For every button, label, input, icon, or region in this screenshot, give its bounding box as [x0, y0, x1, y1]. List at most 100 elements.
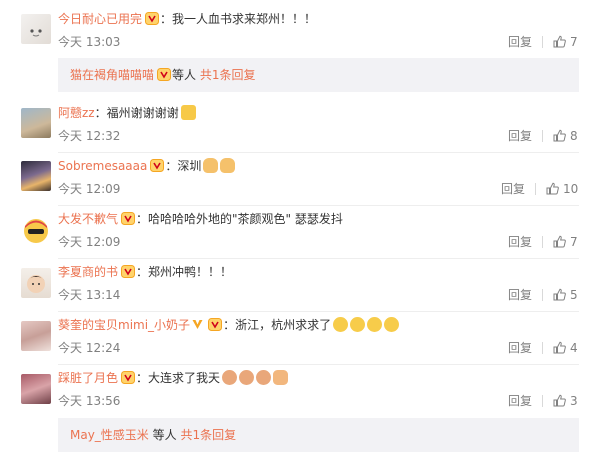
username[interactable]: 李夏商的书	[58, 265, 118, 279]
colon: ：	[136, 265, 149, 279]
like-button[interactable]: 3	[553, 393, 578, 409]
reply-button[interactable]: 回复	[508, 393, 532, 409]
like-count: 4	[570, 341, 578, 355]
avatar[interactable]	[21, 268, 51, 298]
timestamp: 今天 12:24	[58, 341, 121, 355]
vip-badge-icon	[157, 60, 172, 81]
timestamp: 今天 12:32	[58, 129, 121, 143]
vip-badge-icon	[121, 265, 136, 278]
like-count: 10	[563, 182, 579, 196]
colon: ：	[136, 212, 149, 226]
like-button[interactable]: 4	[553, 340, 578, 356]
like-button[interactable]: 5	[553, 287, 578, 303]
comment-text: 福州谢谢谢谢	[106, 106, 179, 120]
colon: ：	[160, 12, 173, 26]
fist-emoji-icon	[273, 370, 289, 385]
reply-button[interactable]: 回复	[508, 234, 532, 250]
emoji-icon	[203, 158, 219, 173]
divider	[58, 311, 579, 312]
colon: ：	[223, 318, 236, 332]
like-count: 5	[570, 288, 578, 302]
avatar[interactable]	[21, 14, 51, 44]
sub-replies: 猫在褐角喵喵喵 等人 共1条回复	[58, 58, 579, 92]
divider	[535, 183, 536, 195]
emoji-icon	[239, 370, 255, 385]
timestamp: 今天 13:14	[58, 288, 121, 302]
verified-icon	[192, 318, 203, 329]
divider	[58, 364, 579, 365]
like-button[interactable]: 7	[553, 34, 578, 50]
colon: ：	[165, 159, 178, 173]
thumb-up-icon	[553, 341, 566, 354]
username[interactable]: 今日耐心已用完	[58, 12, 142, 26]
like-count: 3	[570, 394, 578, 408]
sub-reply-count[interactable]: 共1条回复	[180, 428, 236, 442]
username[interactable]: 葵奎的宝贝mimi_小奶子	[58, 318, 190, 332]
reply-button[interactable]: 回复	[508, 128, 532, 144]
comment-text: 郑州冲鸭！！！	[148, 265, 233, 279]
like-button[interactable]: 10	[546, 181, 578, 197]
sub-reply-count[interactable]: 共1条回复	[200, 68, 256, 82]
emoji-icon	[256, 370, 272, 385]
reply-button[interactable]: 回复	[501, 181, 525, 197]
vip-badge-icon	[150, 159, 165, 172]
reply-button[interactable]: 回复	[508, 287, 532, 303]
avatar[interactable]	[21, 108, 51, 138]
reply-button[interactable]: 回复	[508, 340, 532, 356]
like-count: 8	[570, 129, 578, 143]
like-button[interactable]: 8	[553, 128, 578, 144]
thumb-up-icon	[553, 288, 566, 301]
crying-emoji-icon	[384, 317, 400, 332]
vip-badge-icon	[145, 12, 160, 25]
divider	[542, 130, 543, 142]
divider	[542, 342, 543, 354]
timestamp: 今天 12:09	[58, 235, 121, 249]
avatar[interactable]	[21, 321, 51, 351]
emoji-icon	[222, 370, 238, 385]
like-button[interactable]: 7	[553, 234, 578, 250]
crying-emoji-icon	[333, 317, 349, 332]
emoji-icon	[180, 105, 196, 120]
sub-reply-suffix: 等人	[172, 68, 197, 82]
thumb-up-icon	[553, 394, 566, 407]
thumb-up-icon	[553, 235, 566, 248]
comment-text: 深圳	[177, 159, 202, 173]
colon: ：	[94, 106, 107, 120]
comment-text: 哈哈哈哈外地的"茶颜观色" 瑟瑟发抖	[148, 212, 343, 226]
comment-text: 大连求了我天	[148, 371, 221, 385]
comment-text: 浙江，杭州求求了	[235, 318, 332, 332]
thumb-up-icon	[546, 182, 559, 195]
divider	[542, 289, 543, 301]
divider	[58, 152, 579, 153]
divider	[58, 258, 579, 259]
vip-badge-icon	[121, 212, 136, 225]
sub-reply-suffix: 等人	[152, 428, 177, 442]
divider	[58, 205, 579, 206]
sub-reply-user[interactable]: 猫在褐角喵喵喵	[70, 68, 154, 82]
avatar[interactable]	[21, 161, 51, 191]
reply-button[interactable]: 回复	[508, 34, 532, 50]
divider	[542, 395, 543, 407]
sub-replies: May_性感玉米 等人 共1条回复	[58, 418, 579, 452]
username[interactable]: 大发不歉气	[58, 212, 118, 226]
divider	[542, 236, 543, 248]
vip-badge-icon	[208, 318, 223, 331]
crying-emoji-icon	[350, 317, 366, 332]
avatar[interactable]	[21, 215, 51, 245]
emoji-icon	[220, 158, 236, 173]
comment-text: 我一人血书求来郑州！！！	[172, 12, 317, 26]
vip-badge-icon	[121, 371, 136, 384]
thumb-up-icon	[553, 129, 566, 142]
colon: ：	[136, 371, 149, 385]
timestamp: 今天 13:03	[58, 35, 121, 49]
username[interactable]: 踩脏了月色	[58, 371, 118, 385]
like-count: 7	[570, 235, 578, 249]
username[interactable]: Sobremesaaaa	[58, 159, 147, 173]
sub-reply-user[interactable]: May_性感玉米	[70, 428, 149, 442]
timestamp: 今天 13:56	[58, 394, 121, 408]
avatar[interactable]	[21, 374, 51, 404]
crying-emoji-icon	[367, 317, 383, 332]
username[interactable]: 阿戆zz	[58, 106, 95, 120]
divider	[542, 36, 543, 48]
timestamp: 今天 12:09	[58, 182, 121, 196]
